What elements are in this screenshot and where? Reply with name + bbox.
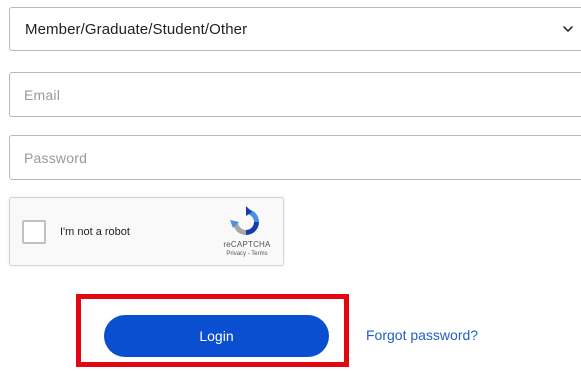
recaptcha-links[interactable]: Privacy - Terms	[217, 251, 277, 257]
account-type-select[interactable]: Member/Graduate/Student/Other	[9, 7, 581, 51]
email-field[interactable]: Email	[9, 72, 581, 117]
recaptcha-brand: reCAPTCHA	[223, 240, 271, 249]
password-field[interactable]: Password	[9, 135, 581, 180]
account-type-value: Member/Graduate/Student/Other	[25, 21, 248, 38]
chevron-down-icon	[563, 26, 573, 32]
recaptcha-label: I'm not a robot	[60, 226, 130, 238]
login-form: Member/Graduate/Student/Other Email Pass…	[0, 0, 581, 371]
recaptcha-widget: I'm not a robot reCAPTCHA Privacy - Term…	[9, 197, 284, 266]
recaptcha-logo-icon	[230, 206, 259, 235]
email-placeholder: Email	[24, 87, 61, 103]
recaptcha-checkbox[interactable]	[22, 220, 46, 244]
password-placeholder: Password	[24, 150, 88, 166]
forgot-password-link[interactable]: Forgot password?	[366, 327, 478, 343]
login-button[interactable]: Login	[104, 315, 329, 357]
